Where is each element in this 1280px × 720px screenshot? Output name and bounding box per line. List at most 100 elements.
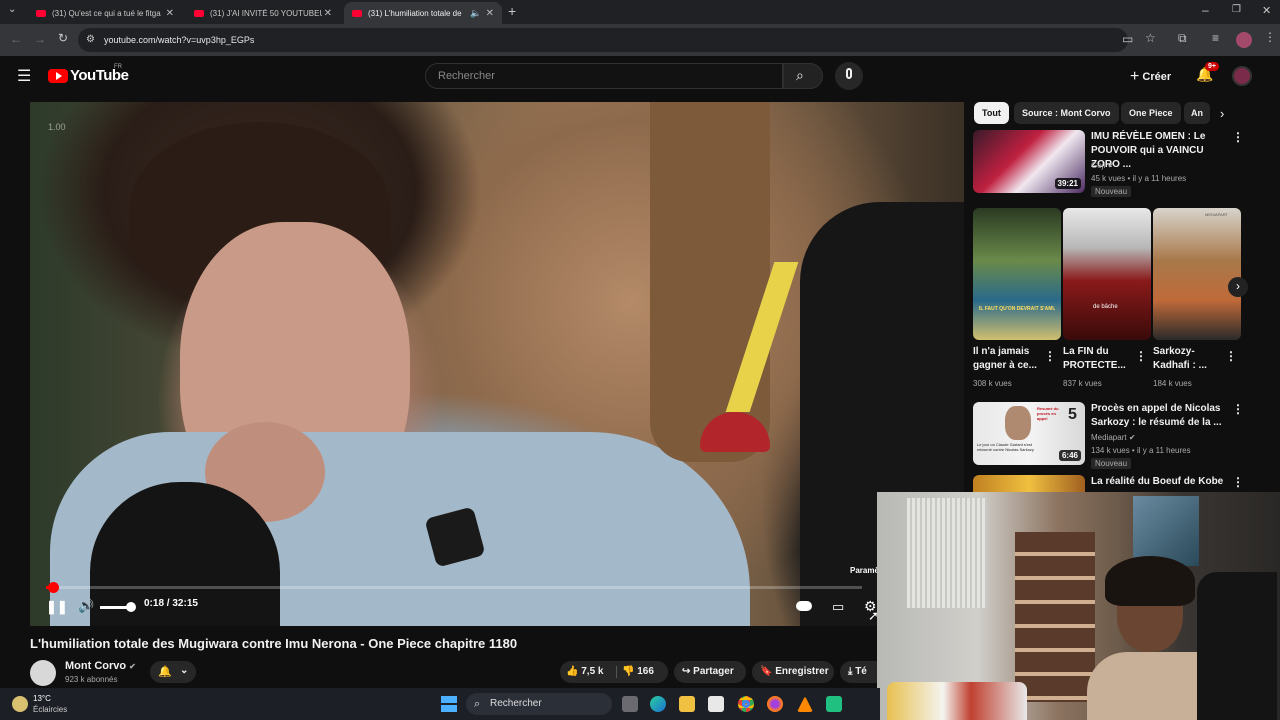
short-thumbnail-1[interactable]: IL FAUT QU'ON DEVRAIT S'AMUSER — [973, 208, 1061, 340]
extensions-icon[interactable]: ⧉ — [1178, 31, 1187, 46]
tab-list-chevron-icon[interactable]: ⌄ — [8, 4, 16, 15]
channel-name[interactable]: Mediapart ✔ — [1091, 432, 1136, 443]
media-controls-icon[interactable]: ≡ — [1212, 31, 1219, 45]
site-info-icon[interactable]: ⚙ — [86, 28, 95, 52]
thumbnail-sarkozy[interactable]: Résumé du procès en appel 5 Le jour où C… — [973, 402, 1085, 465]
search-button[interactable]: ⌕ — [783, 63, 823, 89]
account-avatar[interactable] — [1232, 66, 1252, 86]
short-title-2[interactable]: La FIN du PROTECTE... — [1063, 345, 1133, 373]
chip-all[interactable]: Tout — [974, 102, 1009, 124]
short-thumbnail-2[interactable]: de bâche — [1063, 208, 1151, 340]
reload-icon[interactable]: ↻ — [58, 31, 68, 45]
more-options-icon[interactable]: ⋮ — [1044, 349, 1056, 363]
voice-search-button[interactable] — [835, 62, 863, 90]
webcam-chair — [1197, 572, 1277, 720]
browser-tab-2[interactable]: (31) J'AI INVITÉ 50 YOUTUBEUR ✕ — [186, 2, 340, 24]
task-view-icon[interactable] — [622, 696, 638, 712]
create-button[interactable]: + Créer — [1130, 64, 1171, 88]
profile-avatar[interactable] — [1236, 32, 1252, 48]
browser-tab-3-active[interactable]: (31) L'humiliation totale de 🔈 ✕ — [344, 2, 502, 24]
close-window-icon[interactable]: ✕ — [1262, 4, 1271, 17]
mouse-cursor-icon: ➚ — [868, 608, 879, 623]
volume-knob[interactable] — [126, 602, 136, 612]
video-title-kobe[interactable]: La réalité du Boeuf de Kobe — [1091, 475, 1231, 489]
audio-playing-icon[interactable]: 🔈 — [470, 8, 481, 19]
edge-icon[interactable] — [650, 696, 666, 712]
file-explorer-icon[interactable] — [679, 696, 695, 712]
channel-name[interactable]: Goji ✔ — [1091, 160, 1114, 171]
plus-icon: + — [1130, 68, 1140, 85]
chrome-icon[interactable] — [738, 696, 754, 712]
chip-one-piece[interactable]: One Piece — [1121, 102, 1181, 124]
autoplay-toggle-icon[interactable] — [796, 601, 812, 611]
subtitles-icon[interactable]: ▭ — [832, 599, 844, 615]
close-tab-icon[interactable]: ✕ — [166, 8, 174, 19]
search-input[interactable]: Rechercher — [425, 63, 783, 89]
more-options-icon[interactable]: ⋮ — [1225, 349, 1237, 363]
new-tab-icon[interactable]: + — [508, 3, 516, 19]
short-thumbnail-3[interactable]: MEDIAPART — [1153, 208, 1241, 340]
video-meta: 45 k vues • il y a 11 heures — [1091, 174, 1187, 183]
weather-desc[interactable]: Éclaircies — [33, 705, 67, 714]
chevron-down-icon: ⌄ — [180, 665, 189, 676]
taskbar-search[interactable]: ⌕ Rechercher — [466, 693, 612, 715]
thumbs-down-icon: 👎 — [622, 666, 635, 677]
dislike-button[interactable]: 👎 166 — [622, 661, 654, 683]
microphone-icon — [846, 68, 852, 79]
windows-start-icon[interactable] — [441, 696, 457, 712]
like-button[interactable]: 👍 7,5 k — [566, 661, 603, 683]
browser-tab-1[interactable]: (31) Qu'est ce qui a tué le fitga ✕ — [28, 2, 182, 24]
share-label: Partager — [693, 666, 734, 677]
youtube-favicon-icon — [352, 9, 362, 17]
tab-title: (31) L'humiliation totale de — [368, 8, 462, 18]
save-button[interactable]: 🔖 Enregistrer — [752, 661, 834, 683]
more-options-icon[interactable]: ⋮ — [1232, 475, 1244, 489]
cast-icon[interactable]: ▭ — [1122, 32, 1133, 46]
store-icon[interactable] — [708, 696, 724, 712]
menu-kebab-icon[interactable]: ⋮ — [1264, 30, 1276, 44]
app-icon[interactable] — [826, 696, 842, 712]
close-tab-icon[interactable]: ✕ — [486, 8, 494, 19]
pause-icon[interactable]: ❚❚ — [46, 599, 68, 615]
thumbnail-imu[interactable]: 39:21 — [973, 130, 1085, 193]
shorts-next-arrow-icon[interactable]: › — [1228, 277, 1248, 297]
more-options-icon[interactable]: ⋮ — [1135, 349, 1147, 363]
more-options-icon[interactable]: ⋮ — [1232, 130, 1244, 144]
weather-icon[interactable] — [12, 696, 28, 712]
thumb-caption: Le jour où Claude Guéant s'est retourné … — [977, 442, 1034, 452]
new-badge: Nouveau — [1091, 458, 1132, 469]
short-views: 308 k vues — [973, 379, 1012, 388]
vlc-icon[interactable] — [797, 696, 813, 712]
scene-tree-trunk — [650, 102, 770, 462]
bookmark-star-icon[interactable]: ☆ — [1145, 31, 1156, 45]
hamburger-menu-icon[interactable]: ☰ — [17, 66, 31, 86]
current-time: 0:18 — [144, 598, 165, 609]
progress-bar[interactable] — [46, 582, 862, 593]
short-title-3[interactable]: Sarkozy- Kadhafi : ... — [1153, 345, 1223, 373]
share-button[interactable]: ↪ Partager — [674, 661, 746, 683]
maximize-icon[interactable]: ❐ — [1232, 4, 1241, 15]
video-watermark-text: 1.00 — [48, 122, 66, 132]
back-icon[interactable]: ← — [10, 32, 22, 46]
more-options-icon[interactable]: ⋮ — [1232, 402, 1244, 416]
video-player[interactable]: 1.00 Paramètres ❚❚ 🔊 0:18 / 32:15 ▭ ⚙ — [30, 102, 964, 626]
download-button[interactable]: ⤓ Té — [840, 661, 878, 683]
firefox-icon[interactable] — [767, 696, 783, 712]
address-bar[interactable]: ⚙ youtube.com/watch?v=uvp3hp_EGPs — [78, 28, 1128, 52]
channel-name[interactable]: Mont Corvo ✔ — [65, 660, 136, 672]
notification-bell-button[interactable]: 🔔 ⌄ — [150, 661, 196, 683]
verified-icon: ✔ — [1107, 161, 1115, 170]
chevron-right-icon[interactable]: › — [1220, 106, 1224, 121]
chip-source[interactable]: Source : Mont Corvo — [1014, 102, 1119, 124]
forward-icon[interactable]: → — [34, 32, 46, 46]
chip-partial[interactable]: An — [1184, 102, 1210, 124]
channel-avatar[interactable] — [30, 660, 56, 686]
notification-count-badge: 9+ — [1205, 62, 1219, 71]
weather-temp[interactable]: 13°C — [33, 694, 51, 703]
short-title-1[interactable]: Il n'a jamais gagner à ce... — [973, 345, 1043, 373]
close-tab-icon[interactable]: ✕ — [324, 8, 332, 19]
minimize-icon[interactable]: – — [1202, 3, 1209, 17]
volume-icon[interactable]: 🔊 — [78, 598, 94, 614]
notifications-button[interactable]: 🔔 9+ — [1196, 62, 1219, 84]
video-title-sarkozy[interactable]: Procès en appel de Nicolas Sarkozy : le … — [1091, 402, 1231, 430]
